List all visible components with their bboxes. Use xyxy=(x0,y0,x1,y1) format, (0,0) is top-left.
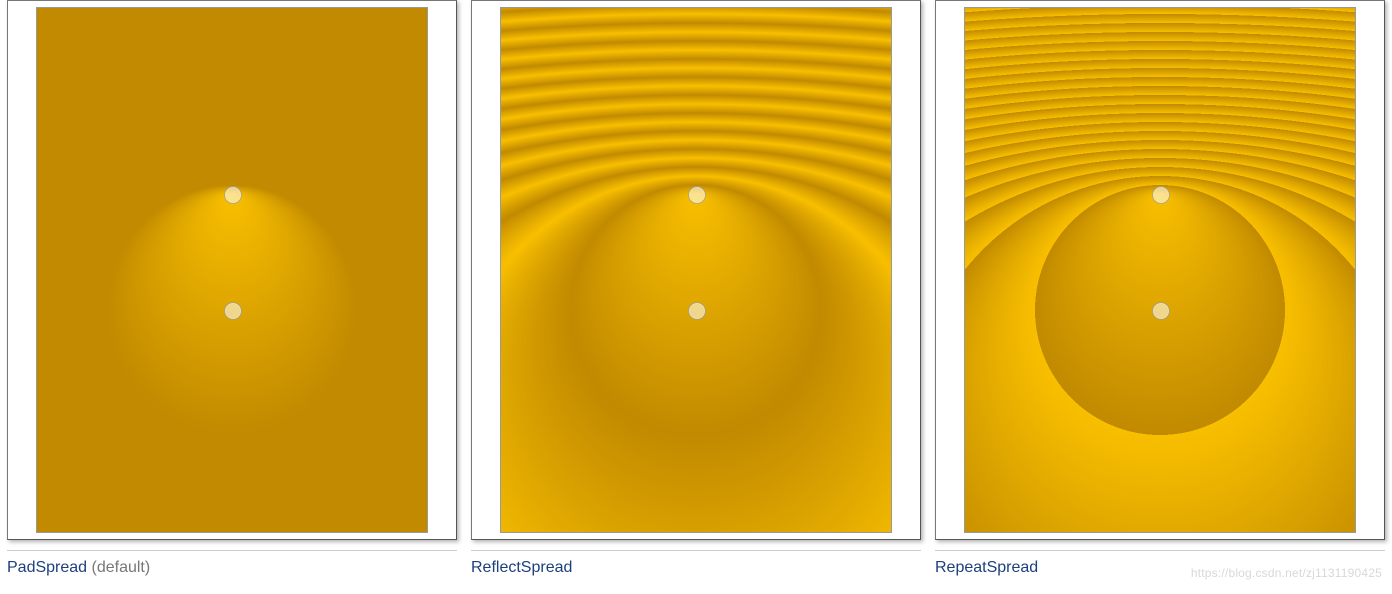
gradient-repeat xyxy=(964,7,1356,533)
figure-caption: PadSpread (default) xyxy=(7,550,457,577)
caption-label: RepeatSpread xyxy=(935,559,1038,576)
focal-point-marker xyxy=(1152,186,1170,204)
gradient-svg xyxy=(37,8,427,532)
figure-frame xyxy=(471,0,921,540)
caption-label: ReflectSpread xyxy=(471,559,572,576)
gradient-reflect xyxy=(500,7,892,533)
gradient-svg xyxy=(501,8,891,532)
figure-cell: PadSpread (default) xyxy=(7,0,457,577)
caption-label: PadSpread xyxy=(7,559,87,576)
figure-cell: ReflectSpread xyxy=(471,0,921,577)
center-point-marker xyxy=(1152,302,1170,320)
watermark-text: https://blog.csdn.net/zj1131190425 xyxy=(1191,566,1382,580)
figure-row: PadSpread (default) ReflectSpread Repeat… xyxy=(0,0,1392,594)
figure-frame xyxy=(7,0,457,540)
caption-default: (default) xyxy=(87,559,150,576)
figure-caption: ReflectSpread xyxy=(471,550,921,577)
figure-cell: RepeatSpread xyxy=(935,0,1385,577)
gradient-pad xyxy=(36,7,428,533)
focal-point-marker xyxy=(224,186,242,204)
figure-frame xyxy=(935,0,1385,540)
center-point-marker xyxy=(224,302,242,320)
center-point-marker xyxy=(688,302,706,320)
focal-point-marker xyxy=(688,186,706,204)
gradient-svg xyxy=(965,8,1355,532)
